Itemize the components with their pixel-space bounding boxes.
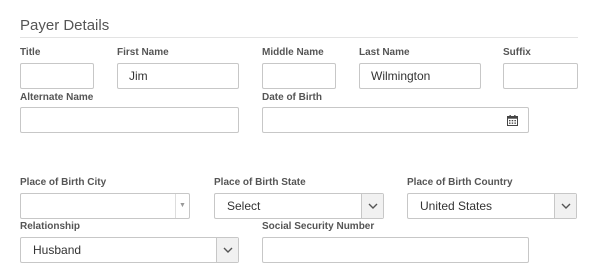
suffix-input[interactable] [503, 63, 578, 89]
alternate-name-input[interactable] [20, 107, 239, 133]
chevron-down-icon[interactable] [554, 194, 576, 218]
chevron-down-icon[interactable] [361, 194, 383, 218]
date-of-birth-input[interactable] [262, 107, 498, 133]
first-name-input[interactable] [117, 63, 239, 89]
ssn-label: Social Security Number [262, 221, 375, 232]
title-label: Title [20, 47, 41, 58]
place-of-birth-country-label: Place of Birth Country [407, 177, 513, 188]
place-of-birth-city-label: Place of Birth City [20, 177, 107, 188]
first-name-label: First Name [117, 47, 169, 58]
middle-name-label: Middle Name [262, 47, 324, 58]
title-input[interactable] [20, 63, 94, 89]
relationship-value: Husband [33, 243, 82, 257]
chevron-down-icon[interactable] [216, 238, 238, 262]
middle-name-input[interactable] [262, 63, 336, 89]
alternate-name-label: Alternate Name [20, 92, 94, 103]
place-of-birth-country-value: United States [420, 199, 493, 213]
place-of-birth-state-label: Place of Birth State [214, 177, 306, 188]
suffix-label: Suffix [503, 47, 531, 58]
section-divider [20, 37, 578, 38]
last-name-label: Last Name [359, 47, 410, 58]
place-of-birth-state-value: Select [227, 199, 261, 213]
calendar-icon [507, 114, 518, 126]
date-picker-button[interactable] [497, 107, 529, 133]
relationship-label: Relationship [20, 221, 81, 232]
place-of-birth-city-combobox[interactable]: ▼ [20, 193, 190, 219]
last-name-input[interactable] [359, 63, 481, 89]
relationship-select[interactable]: Husband [20, 237, 239, 263]
place-of-birth-country-select[interactable]: United States [407, 193, 577, 219]
chevron-down-icon[interactable]: ▼ [175, 194, 189, 218]
section-title: Payer Details [20, 17, 110, 34]
date-of-birth-label: Date of Birth [262, 92, 322, 103]
place-of-birth-state-select[interactable]: Select [214, 193, 384, 219]
ssn-input[interactable] [262, 237, 529, 263]
